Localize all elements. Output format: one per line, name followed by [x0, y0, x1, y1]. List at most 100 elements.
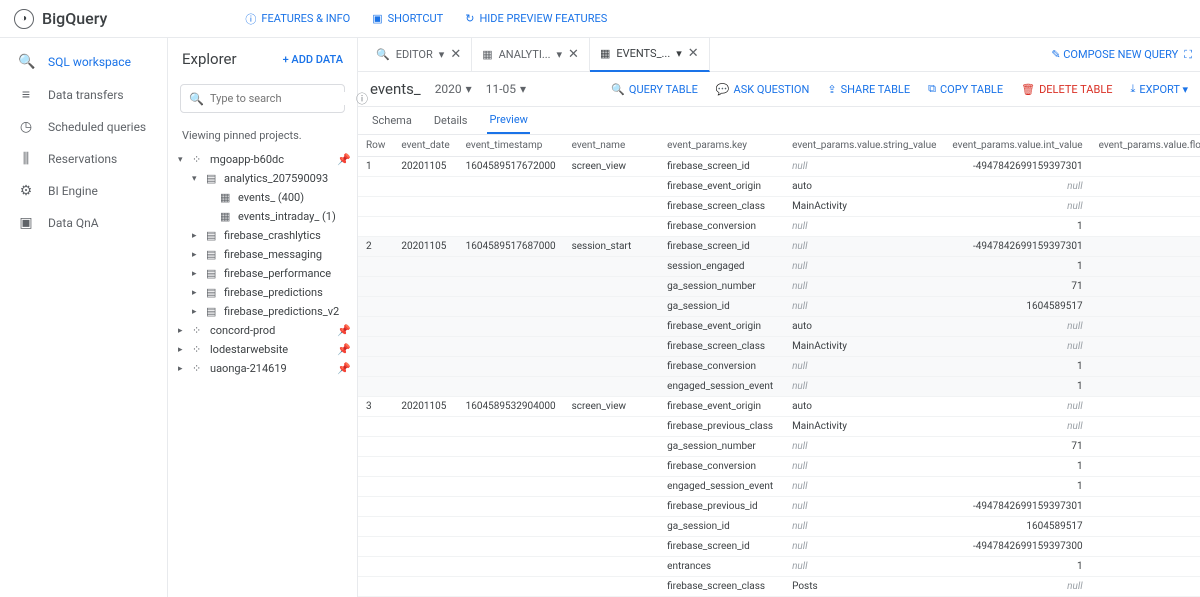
expand-icon[interactable]: ▾ [192, 174, 202, 184]
subtab[interactable]: Preview [487, 107, 529, 134]
cell [458, 497, 564, 517]
action-icon: 💬 [716, 83, 730, 96]
action-button[interactable]: 💬ASK QUESTION [716, 82, 810, 96]
cell: ga_session_id [659, 297, 784, 317]
nav-item[interactable]: ◷Scheduled queries [0, 111, 167, 143]
cell: null [1091, 277, 1200, 297]
table-row: 1202011051604589517672000screen_viewfire… [358, 157, 1200, 177]
editor-tab[interactable]: 🔍EDITOR▾✕ [366, 38, 472, 72]
cell: null [784, 217, 944, 237]
subtab[interactable]: Schema [370, 108, 414, 133]
tab-icon: ▦ [600, 47, 610, 60]
tree-node[interactable]: ▸▤firebase_crashlytics [174, 226, 351, 245]
cell: auto [784, 317, 944, 337]
node-label: firebase_crashlytics [224, 229, 321, 242]
cell: engaged_session_event [659, 477, 784, 497]
tree-node[interactable]: ▸▤firebase_performance [174, 264, 351, 283]
year-selector[interactable]: 2020 ▾ [435, 82, 472, 96]
tree-node[interactable]: ▾▤analytics_207590093 [174, 169, 351, 188]
cell [358, 177, 393, 197]
pin-icon[interactable]: 📌 [337, 343, 351, 356]
expand-icon[interactable]: ▸ [192, 288, 202, 298]
editor-tab[interactable]: ▦ANALYTI...▾✕ [472, 38, 590, 72]
column-header[interactable]: event_params.value.int_value [944, 135, 1090, 157]
cell: engaged_session_event [659, 377, 784, 397]
column-header[interactable]: event_name [564, 135, 660, 157]
expand-icon[interactable]: ▸ [192, 250, 202, 260]
nav-item[interactable]: ≡Data transfers [0, 78, 167, 111]
expand-icon[interactable]: ▸ [192, 269, 202, 279]
chevron-down-icon[interactable]: ▾ [439, 48, 445, 61]
tree-node[interactable]: ▸▤firebase_messaging [174, 245, 351, 264]
expand-icon[interactable]: ▸ [192, 231, 202, 241]
cell [393, 477, 457, 497]
add-data-button[interactable]: + ADD DATA [283, 53, 343, 66]
column-header[interactable]: event_date [393, 135, 457, 157]
cell: null [1091, 477, 1200, 497]
column-header[interactable]: event_params.key [659, 135, 784, 157]
tree-node[interactable]: ▸⁘concord-prod📌 [174, 321, 351, 340]
nav-icon: ◷ [18, 119, 34, 135]
expand-icon[interactable]: ⛶ [1184, 48, 1192, 62]
search-icon: 🔍 [189, 92, 204, 106]
close-icon[interactable]: ✕ [450, 47, 461, 62]
chevron-down-icon[interactable]: ▾ [557, 48, 563, 61]
tree-node[interactable]: ▸▤firebase_predictions [174, 283, 351, 302]
search-input[interactable] [210, 92, 350, 105]
nav-label: BI Engine [48, 184, 98, 198]
cell: 20201105 [393, 397, 457, 417]
chevron-down-icon[interactable]: ▾ [676, 47, 682, 60]
expand-icon[interactable]: ▾ [178, 155, 188, 165]
action-button[interactable]: ⧉COPY TABLE [928, 82, 1003, 96]
cell: null [1091, 397, 1200, 417]
cell [458, 377, 564, 397]
header-link[interactable]: ▣SHORTCUT [372, 11, 443, 27]
cell: 1 [944, 557, 1090, 577]
column-header[interactable]: event_params.value.string_value [784, 135, 944, 157]
editor-tab[interactable]: ▦EVENTS_...▾✕ [590, 38, 710, 72]
action-button[interactable]: 🗑DELETE TABLE [1021, 82, 1112, 96]
cell [358, 317, 393, 337]
cell [358, 537, 393, 557]
action-button[interactable]: 🔍QUERY TABLE [611, 82, 698, 96]
nav-item[interactable]: ⫼Reservations [0, 143, 167, 175]
cell: firebase_screen_id [659, 537, 784, 557]
nav-item[interactable]: ⚙BI Engine [0, 175, 167, 207]
tree-node[interactable]: ▦events_intraday_ (1) [174, 207, 351, 226]
column-header[interactable]: Row [358, 135, 393, 157]
cell: session_start [564, 237, 660, 257]
tree-node[interactable]: ▾⁘mgoapp-b60dc📌 [174, 150, 351, 169]
pin-icon[interactable]: 📌 [337, 362, 351, 375]
cell [393, 577, 457, 597]
tree-node[interactable]: ▦events_ (400) [174, 188, 351, 207]
tree-node[interactable]: ▸▤firebase_predictions_v2 [174, 302, 351, 321]
cell: firebase_screen_class [659, 337, 784, 357]
compose-button[interactable]: ✎ COMPOSE NEW QUERY [1051, 48, 1178, 61]
header-link[interactable]: ↻HIDE PREVIEW FEATURES [465, 11, 607, 27]
cell [358, 417, 393, 437]
action-button[interactable]: ⤓EXPORT ▾ [1131, 82, 1188, 96]
expand-icon[interactable]: ▸ [178, 345, 188, 355]
header-link[interactable]: ⓘFEATURES & INFO [245, 11, 350, 27]
column-header[interactable]: event_timestamp [458, 135, 564, 157]
tree-node[interactable]: ▸⁘lodestarwebsite📌 [174, 340, 351, 359]
pin-icon[interactable]: 📌 [337, 153, 351, 166]
subtab[interactable]: Details [432, 108, 470, 133]
expand-icon[interactable]: ▸ [178, 364, 188, 374]
column-header[interactable]: event_params.value.float_value [1091, 135, 1200, 157]
date-selector[interactable]: 11-05 ▾ [486, 82, 526, 96]
cell [358, 497, 393, 517]
expand-icon[interactable]: ▸ [178, 326, 188, 336]
cell [564, 557, 660, 577]
nav-item[interactable]: 🔍SQL workspace [0, 46, 167, 78]
explorer-search[interactable]: 🔍 ⓘ [180, 84, 345, 113]
cell: null [784, 157, 944, 177]
tree-node[interactable]: ▸⁘uaonga-214619📌 [174, 359, 351, 378]
table-row: ga_session_numbernull71nullnull [358, 277, 1200, 297]
action-button[interactable]: ⇪SHARE TABLE [827, 82, 910, 96]
close-icon[interactable]: ✕ [688, 46, 699, 61]
close-icon[interactable]: ✕ [568, 47, 579, 62]
nav-item[interactable]: ▣Data QnA [0, 207, 167, 239]
expand-icon[interactable]: ▸ [192, 307, 202, 317]
pin-icon[interactable]: 📌 [337, 324, 351, 337]
